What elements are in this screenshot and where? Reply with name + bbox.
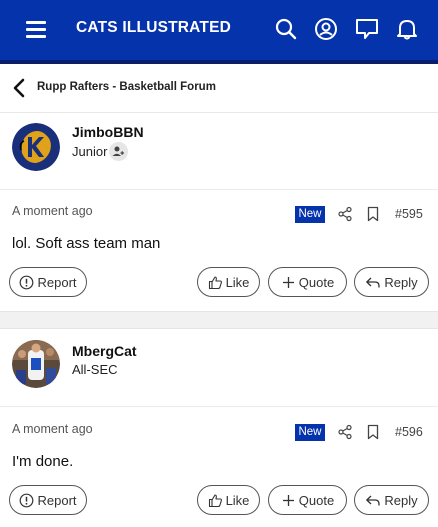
site-title[interactable]: CATS ILLUSTRATED [76,19,231,37]
reply-button[interactable]: Reply [354,267,429,297]
post-timestamp: A moment ago [12,422,93,436]
like-label: Like [225,492,250,508]
reply-label: Reply [384,274,418,290]
post-number[interactable]: #595 [395,207,423,221]
quote-label: Quote [298,492,335,508]
post-body: I'm done. [12,453,74,470]
post-username[interactable]: MbergCat [72,343,137,359]
notifications-icon[interactable] [394,16,420,42]
post-username[interactable]: JimboBBN [72,124,144,140]
post-author-header: JimboBBN Junior [0,113,438,190]
report-label: Report [37,492,77,508]
post-timestamp: A moment ago [12,204,93,218]
quote-button[interactable]: Quote [268,485,347,515]
share-icon[interactable] [337,424,353,440]
plus-icon [282,276,294,288]
site-header: CATS ILLUSTRATED [0,0,438,60]
reply-label: Reply [384,492,418,508]
account-icon[interactable] [313,16,339,42]
new-badge: New [295,206,325,223]
like-button[interactable]: Like [197,485,260,515]
report-button[interactable]: Report [9,485,87,515]
reply-arrow-icon [366,277,381,287]
report-icon [20,275,34,289]
plus-icon [282,494,294,506]
breadcrumb-label[interactable]: Rupp Rafters - Basketball Forum [37,81,216,93]
menu-icon[interactable] [26,20,46,38]
like-button[interactable]: Like [197,267,260,297]
report-button[interactable]: Report [9,267,87,297]
user-rank: Junior [72,144,108,159]
back-chevron-icon[interactable] [10,78,28,98]
avatar[interactable] [12,123,60,171]
report-icon [20,493,34,507]
reply-arrow-icon [366,495,381,505]
post-number[interactable]: #596 [395,425,423,439]
avatar[interactable] [12,340,60,388]
thumbs-up-icon [208,275,222,289]
reply-button[interactable]: Reply [354,485,429,515]
post-divider [0,311,438,329]
user-badge-icon [109,142,128,161]
quote-button[interactable]: Quote [268,267,347,297]
report-label: Report [37,274,77,290]
bookmark-icon[interactable] [365,206,381,222]
bookmark-icon[interactable] [365,424,381,440]
user-rank: All-SEC [72,362,118,377]
post-body: lol. Soft ass team man [12,235,161,252]
share-icon[interactable] [337,206,353,222]
thumbs-up-icon [208,493,222,507]
like-label: Like [225,274,250,290]
quote-label: Quote [298,274,335,290]
breadcrumb[interactable]: Rupp Rafters - Basketball Forum [0,64,438,113]
messages-icon[interactable] [354,16,380,42]
post-author-header: MbergCat All-SEC [0,330,438,407]
new-badge: New [295,424,325,441]
search-icon[interactable] [273,16,299,42]
